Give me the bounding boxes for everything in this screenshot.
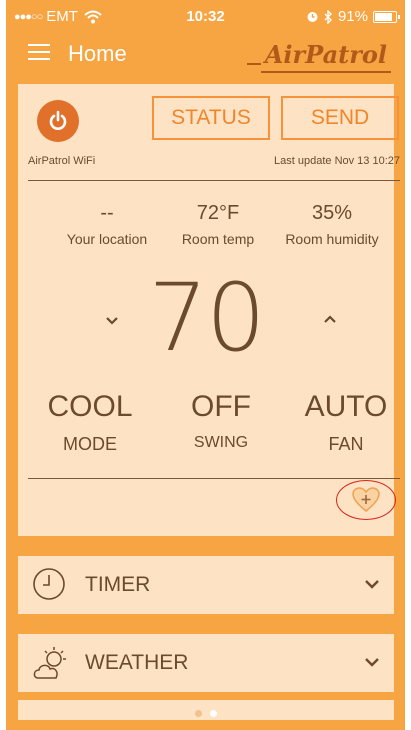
humidity-label: Room humidity <box>285 231 379 247</box>
status-button[interactable]: STATUS <box>152 96 270 140</box>
alarm-icon <box>307 12 318 22</box>
nav-bar: Home AirPatrol <box>6 34 405 78</box>
divider <box>28 180 400 181</box>
page-title: Home <box>68 41 127 66</box>
humidity-reading: 35% Room humidity <box>277 202 387 247</box>
swing-value: OFF <box>191 390 251 423</box>
page-dot-active <box>209 710 217 717</box>
weather-label: WEATHER <box>85 651 189 674</box>
weather-section[interactable]: WEATHER <box>18 634 394 692</box>
timer-section[interactable]: TIMER <box>18 556 394 614</box>
location-value: -- <box>100 202 114 224</box>
page-indicator[interactable] <box>6 704 405 722</box>
swing-label: SWING <box>193 434 249 451</box>
fan-label: FAN <box>328 434 364 454</box>
room-temp-reading: 72°F Room temp <box>163 202 273 247</box>
control-card: STATUS SEND AirPatrol WiFi Last update N… <box>18 84 400 536</box>
divider <box>28 478 400 479</box>
hamburger-menu-icon[interactable] <box>28 44 50 62</box>
room-temp-label: Room temp <box>181 231 255 247</box>
increase-temp-chevron-up-icon[interactable] <box>320 310 340 330</box>
chevron-down-icon <box>365 658 379 667</box>
room-temp-value: 72°F <box>196 202 240 224</box>
humidity-value: 35% <box>311 202 353 224</box>
status-right: 91% <box>306 8 400 25</box>
location-reading: -- Your location <box>52 202 162 247</box>
chevron-down-icon <box>365 580 379 589</box>
mode-value: COOL <box>47 390 133 423</box>
device-name: AirPatrol WiFi <box>28 155 96 167</box>
location-label: Your location <box>66 231 148 247</box>
airpatrol-logo: AirPatrol <box>246 40 391 73</box>
timer-label: TIMER <box>85 573 151 596</box>
weather-icon <box>33 647 66 679</box>
swing-setting[interactable]: OFF SWING <box>161 390 281 452</box>
bluetooth-icon <box>324 9 332 24</box>
app-screen: ●●●○○ EMT 10:32 91% Home AirPatrol STATU… <box>6 0 405 730</box>
fan-setting[interactable]: AUTO FAN <box>286 390 405 455</box>
battery-icon <box>373 10 400 23</box>
fan-value: AUTO <box>304 390 388 423</box>
status-bar: ●●●○○ EMT 10:32 91% <box>6 0 405 34</box>
send-button[interactable]: SEND <box>281 96 399 140</box>
add-favorite-button[interactable] <box>336 480 396 520</box>
clock-icon <box>33 568 65 600</box>
page-dot <box>194 710 202 717</box>
power-icon <box>49 110 67 130</box>
heart-plus-icon <box>352 487 380 512</box>
power-button[interactable] <box>37 100 79 142</box>
mode-label: MODE <box>63 434 117 454</box>
battery-percent: 91% <box>337 8 368 25</box>
last-update: Last update Nov 13 10:27 <box>274 155 400 167</box>
mode-setting[interactable]: COOL MODE <box>30 390 150 455</box>
